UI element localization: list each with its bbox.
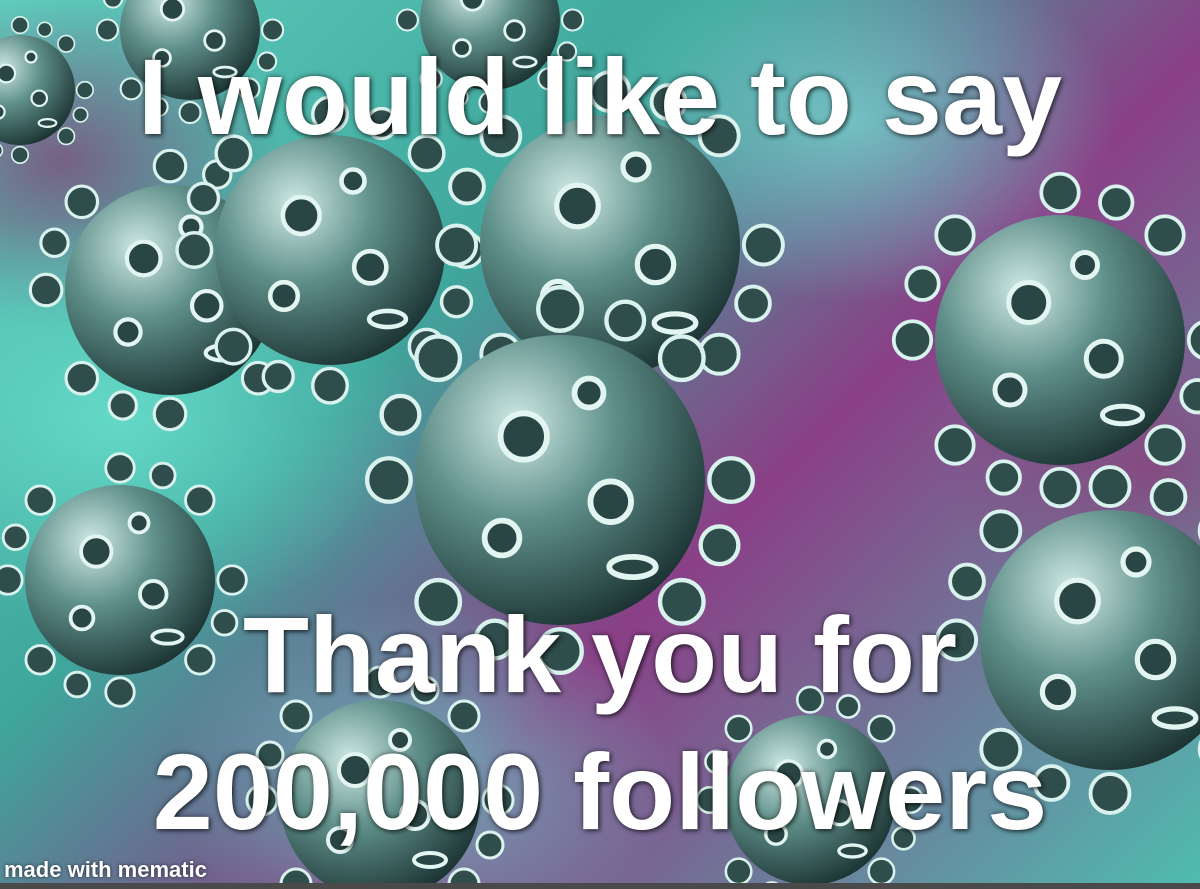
bottom-caption-line-2: 200,000 followers [152, 731, 1048, 852]
meme-image: I would like to say Thank you for 200,00… [0, 0, 1200, 889]
bottom-edge-bar [0, 883, 1200, 889]
bottom-caption-line-1: Thank you for [242, 594, 958, 715]
top-caption: I would like to say [137, 36, 1063, 157]
mematic-watermark: made with mematic [4, 857, 207, 882]
